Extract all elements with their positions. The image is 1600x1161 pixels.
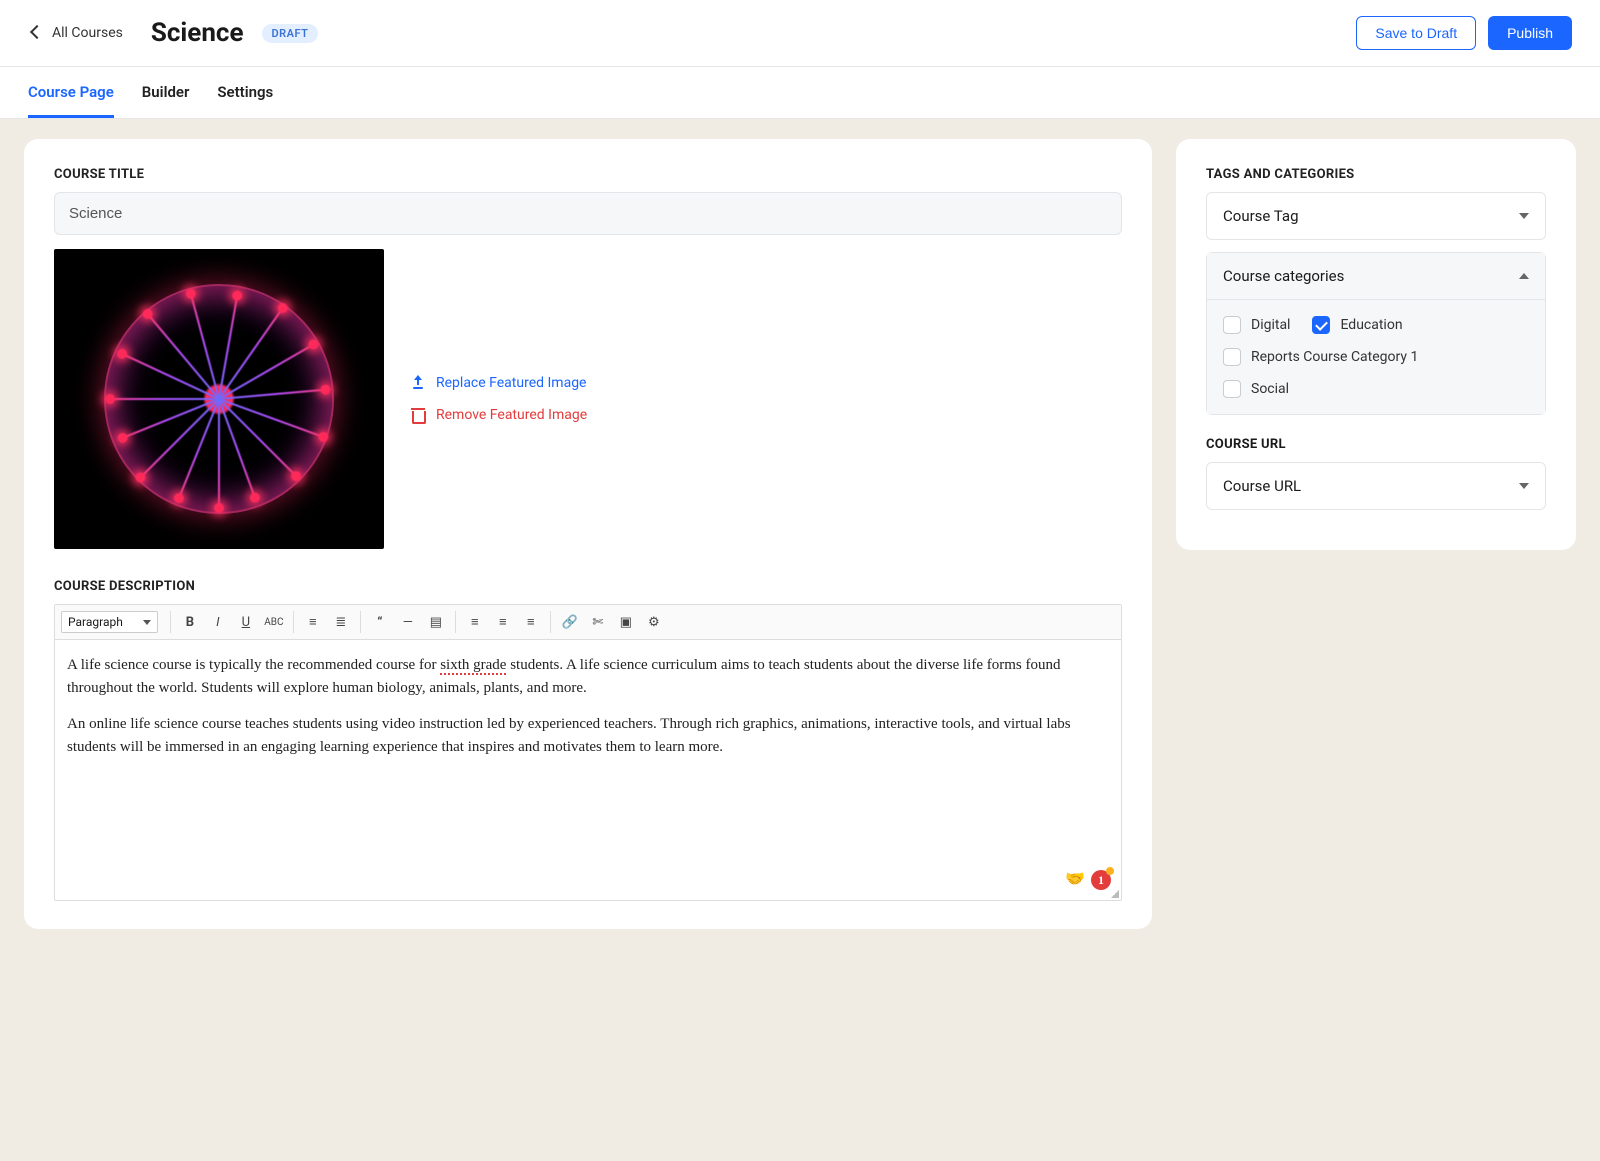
editor-content[interactable]: A life science course is typically the r…: [55, 640, 1121, 900]
category-label: Education: [1340, 317, 1402, 333]
block-format-select[interactable]: Paragraph: [61, 611, 158, 633]
description-editor: Paragraph B I U ABC ≡ ≣ “ — ▤ ≡ ≡ ≡: [54, 604, 1122, 901]
side-card: TAGS AND CATEGORIES Course Tag Course ca…: [1176, 139, 1576, 550]
course-categories-header[interactable]: Course categories: [1207, 253, 1545, 300]
app-header: All Courses Science DRAFT Save to Draft …: [0, 0, 1600, 67]
chevron-left-icon: [28, 25, 42, 41]
image-button[interactable]: ▣: [613, 609, 639, 635]
blockquote-button[interactable]: “: [367, 609, 393, 635]
course-tag-accordion: Course Tag: [1206, 192, 1546, 240]
plasma-ball-image: [104, 284, 334, 514]
numbered-list-button[interactable]: ≣: [328, 609, 354, 635]
link-button[interactable]: 🔗: [557, 609, 583, 635]
block-format-value: Paragraph: [68, 615, 123, 629]
editor-footer: 🤝 1: [1065, 868, 1111, 892]
content-area: COURSE TITLE: [0, 119, 1600, 949]
code-block-button[interactable]: ▤: [423, 609, 449, 635]
checkbox: [1223, 380, 1241, 398]
embed-button[interactable]: ⚙: [641, 609, 667, 635]
chevron-down-icon: [1519, 213, 1529, 219]
desc-p1a: A life science course is typically the r…: [67, 657, 440, 673]
bullet-list-button[interactable]: ≡: [300, 609, 326, 635]
course-description-label: COURSE DESCRIPTION: [54, 579, 1122, 594]
course-categories-title: Course categories: [1223, 267, 1344, 285]
underline-button[interactable]: U: [233, 609, 259, 635]
handshake-icon[interactable]: 🤝: [1065, 868, 1085, 892]
course-url-header[interactable]: Course URL: [1207, 463, 1545, 509]
course-url-title: Course URL: [1223, 477, 1301, 495]
category-label: Digital: [1251, 317, 1290, 333]
image-actions: Replace Featured Image Remove Featured I…: [410, 375, 587, 423]
desc-p2: An online life science course teaches st…: [67, 713, 1109, 758]
category-digital[interactable]: Digital: [1223, 316, 1290, 334]
page-title: Science: [151, 18, 244, 48]
remove-image-label: Remove Featured Image: [436, 407, 587, 423]
category-education[interactable]: Education: [1312, 316, 1402, 334]
course-categories-accordion: Course categories Digital Education Repo…: [1206, 252, 1546, 415]
align-left-button[interactable]: ≡: [462, 609, 488, 635]
course-title-label: COURSE TITLE: [54, 167, 1122, 182]
featured-image-row: Replace Featured Image Remove Featured I…: [54, 249, 1122, 549]
hr-button[interactable]: —: [395, 609, 421, 635]
align-right-button[interactable]: ≡: [518, 609, 544, 635]
grammar-error-badge[interactable]: 1: [1091, 870, 1111, 890]
category-label: Reports Course Category 1: [1251, 349, 1418, 365]
course-url-accordion: Course URL: [1206, 462, 1546, 510]
course-tag-header[interactable]: Course Tag: [1207, 193, 1545, 239]
align-center-button[interactable]: ≡: [490, 609, 516, 635]
category-label: Social: [1251, 381, 1289, 397]
editor-toolbar: Paragraph B I U ABC ≡ ≣ “ — ▤ ≡ ≡ ≡: [55, 605, 1121, 640]
tab-builder[interactable]: Builder: [142, 67, 190, 118]
trash-icon: [410, 407, 426, 423]
italic-button[interactable]: I: [205, 609, 231, 635]
header-right: Save to Draft Publish: [1356, 16, 1572, 50]
category-reports[interactable]: Reports Course Category 1: [1223, 348, 1418, 366]
save-draft-button[interactable]: Save to Draft: [1356, 16, 1476, 50]
resize-grip[interactable]: [1109, 888, 1119, 898]
tabs-bar: Course Page Builder Settings: [0, 67, 1600, 119]
unlink-button[interactable]: ✄: [585, 609, 611, 635]
tab-course-page[interactable]: Course Page: [28, 67, 114, 118]
caret-down-icon: [143, 620, 151, 625]
chevron-up-icon: [1519, 273, 1529, 279]
status-badge-draft: DRAFT: [262, 24, 319, 43]
strikethrough-button[interactable]: ABC: [261, 609, 287, 635]
bold-button[interactable]: B: [177, 609, 203, 635]
checkbox: [1223, 348, 1241, 366]
back-all-courses[interactable]: All Courses: [28, 25, 123, 41]
course-tag-title: Course Tag: [1223, 207, 1299, 225]
upload-icon: [410, 375, 426, 391]
publish-button[interactable]: Publish: [1488, 16, 1572, 50]
replace-image-label: Replace Featured Image: [436, 375, 586, 391]
course-title-input[interactable]: [54, 192, 1122, 235]
spellcheck-squiggle: sixth grade: [440, 657, 506, 675]
course-categories-body: Digital Education Reports Course Categor…: [1207, 300, 1545, 414]
tab-settings[interactable]: Settings: [217, 67, 273, 118]
back-label: All Courses: [52, 25, 123, 41]
course-url-label: COURSE URL: [1206, 437, 1546, 452]
checkbox: [1223, 316, 1241, 334]
chevron-down-icon: [1519, 483, 1529, 489]
replace-image-button[interactable]: Replace Featured Image: [410, 375, 587, 391]
checkbox-checked: [1312, 316, 1330, 334]
main-card: COURSE TITLE: [24, 139, 1152, 929]
tags-categories-label: TAGS AND CATEGORIES: [1206, 167, 1546, 182]
remove-image-button[interactable]: Remove Featured Image: [410, 407, 587, 423]
category-social[interactable]: Social: [1223, 380, 1529, 398]
featured-image: [54, 249, 384, 549]
header-left: All Courses Science DRAFT: [28, 18, 318, 48]
